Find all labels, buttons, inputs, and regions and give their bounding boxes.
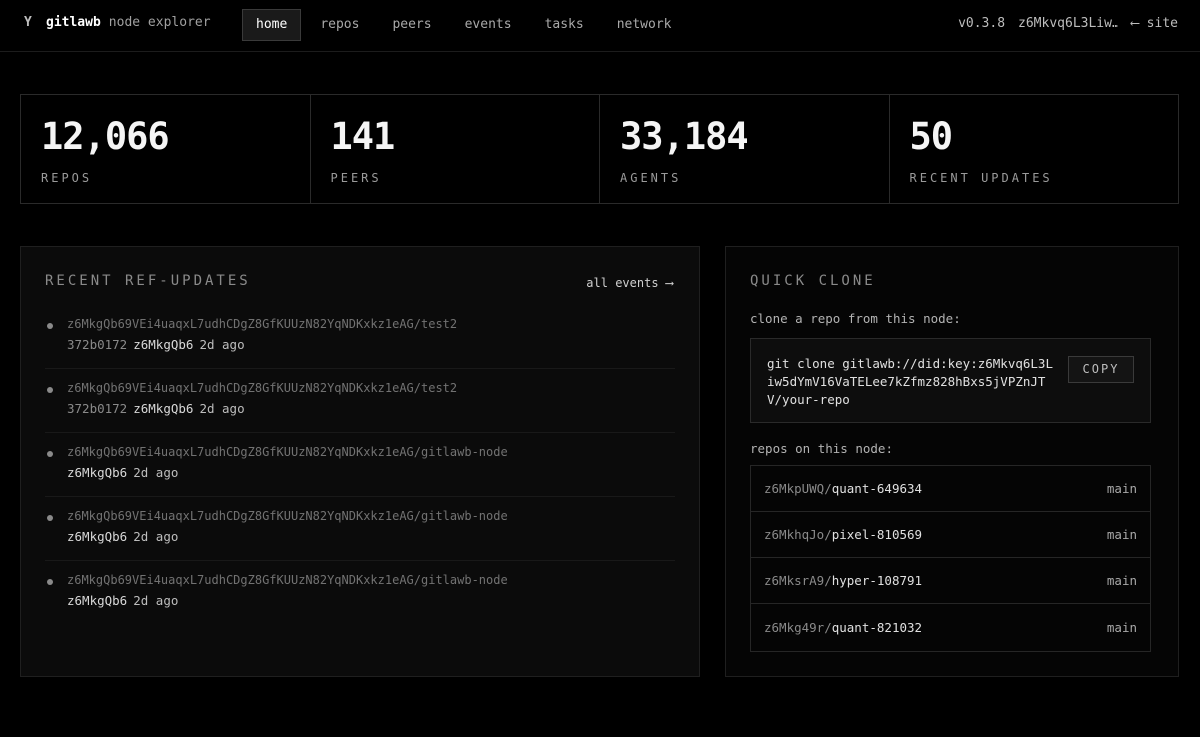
repo-title: pixel-810569 [831, 527, 923, 542]
repo-owner: z6MksrA9/ [764, 573, 832, 588]
git-fork-icon: Y [24, 15, 32, 30]
repo-branch: main [1106, 620, 1137, 635]
repo-list: z6MkpUWQ/quant-649634 main z6MkhqJo/pixe… [750, 465, 1151, 652]
stat-value: 12,066 [41, 115, 170, 158]
bullet-dot-icon [47, 323, 53, 329]
timestamp: 2d ago [133, 465, 179, 480]
author-id: z6MkgQb6 [133, 401, 194, 416]
repo-title: quant-649634 [831, 481, 923, 496]
recent-ref-updates-panel: RECENT REF-UPDATES all events ⟶ z6MkgQb6… [20, 246, 700, 677]
bullet-dot-icon [47, 579, 53, 585]
repo-name: z6MksrA9/hyper-108791 [764, 573, 922, 588]
nav-network[interactable]: network [603, 9, 686, 41]
stats-bar: 12,066 REPOS 141 PEERS 33,184 AGENTS 50 … [20, 94, 1179, 204]
stat-recent-updates: 50 RECENT UPDATES [890, 95, 1179, 203]
top-nav-bar: Y gitlawb node explorer home repos peers… [0, 0, 1200, 52]
repo-row[interactable]: z6Mkg49r/quant-821032 main [751, 604, 1150, 651]
clone-instruction: clone a repo from this node: [750, 311, 961, 326]
ref-update-list: z6MkgQb69VEi4uaqxL7udhCDgZ8GfKUUzN82YqND… [45, 305, 675, 625]
repo-owner: z6Mkg49r/ [764, 620, 832, 635]
main-nav: home repos peers events tasks network [242, 9, 691, 41]
repo-title: hyper-108791 [831, 573, 923, 588]
repo-name: z6MkpUWQ/quant-649634 [764, 481, 922, 496]
author-id: z6MkgQb6 [67, 465, 128, 480]
clone-command[interactable]: git clone gitlawb://did:key:z6Mkvq6L3Liw… [767, 355, 1057, 409]
nav-home[interactable]: home [242, 9, 302, 41]
version-label: v0.3.8 [958, 16, 1006, 31]
stat-value: 33,184 [620, 115, 749, 158]
ref-update-meta: z6MkgQb6 2d ago [67, 593, 675, 608]
stat-label: PEERS [330, 171, 382, 185]
repo-branch: main [1106, 481, 1137, 496]
author-id: z6MkgQb6 [67, 593, 128, 608]
nav-events[interactable]: events [451, 9, 526, 41]
author-id: z6MkgQb6 [67, 529, 128, 544]
timestamp: 2d ago [199, 337, 245, 352]
ref-update-item[interactable]: z6MkgQb69VEi4uaqxL7udhCDgZ8GfKUUzN82YqND… [45, 561, 675, 625]
stat-value: 141 [330, 115, 396, 158]
stat-label: RECENT UPDATES [909, 171, 1053, 185]
nav-repos[interactable]: repos [306, 9, 373, 41]
ref-update-path[interactable]: z6MkgQb69VEi4uaqxL7udhCDgZ8GfKUUzN82YqND… [67, 573, 675, 587]
bullet-dot-icon [47, 515, 53, 521]
ref-update-meta: z6MkgQb6 2d ago [67, 529, 675, 544]
nav-peers[interactable]: peers [378, 9, 445, 41]
bullet-dot-icon [47, 451, 53, 457]
repo-branch: main [1106, 573, 1137, 588]
ref-update-meta: z6MkgQb6 2d ago [67, 465, 675, 480]
ref-update-path[interactable]: z6MkgQb69VEi4uaqxL7udhCDgZ8GfKUUzN82YqND… [67, 445, 675, 459]
stat-agents: 33,184 AGENTS [600, 95, 890, 203]
section-title: RECENT REF-UPDATES [45, 273, 251, 289]
timestamp: 2d ago [199, 401, 245, 416]
commit-hash: 372b0172 [67, 401, 128, 416]
brand[interactable]: Y gitlawb node explorer [24, 15, 211, 30]
brand-subtitle: node explorer [108, 15, 211, 30]
repo-branch: main [1106, 527, 1137, 542]
clone-command-box: git clone gitlawb://did:key:z6Mkvq6L3Liw… [750, 338, 1151, 423]
repo-row[interactable]: z6MkpUWQ/quant-649634 main [751, 466, 1150, 512]
repo-owner: z6MkhqJo/ [764, 527, 832, 542]
nav-tasks[interactable]: tasks [531, 9, 598, 41]
all-events-link[interactable]: all events ⟶ [586, 276, 673, 290]
ref-update-item[interactable]: z6MkgQb69VEi4uaqxL7udhCDgZ8GfKUUzN82YqND… [45, 305, 675, 369]
repos-on-node-label: repos on this node: [750, 441, 893, 456]
copy-button[interactable]: COPY [1068, 356, 1134, 383]
repo-owner: z6MkpUWQ/ [764, 481, 832, 496]
bullet-dot-icon [47, 387, 53, 393]
timestamp: 2d ago [133, 593, 179, 608]
back-to-site-link[interactable]: ⟵ site [1131, 16, 1178, 31]
ref-update-path[interactable]: z6MkgQb69VEi4uaqxL7udhCDgZ8GfKUUzN82YqND… [67, 317, 675, 331]
author-id: z6MkgQb6 [133, 337, 194, 352]
brand-name: gitlawb [46, 15, 101, 30]
repo-title: quant-821032 [831, 620, 923, 635]
stat-peers: 141 PEERS [311, 95, 600, 203]
stat-value: 50 [909, 115, 954, 158]
ref-update-item[interactable]: z6MkgQb69VEi4uaqxL7udhCDgZ8GfKUUzN82YqND… [45, 369, 675, 433]
repo-name: z6Mkg49r/quant-821032 [764, 620, 922, 635]
node-id-label: z6Mkvq6L3Liw… [1018, 16, 1119, 31]
ref-update-path[interactable]: z6MkgQb69VEi4uaqxL7udhCDgZ8GfKUUzN82YqND… [67, 381, 675, 395]
repo-row[interactable]: z6MksrA9/hyper-108791 main [751, 558, 1150, 604]
stat-repos: 12,066 REPOS [21, 95, 311, 203]
stat-label: REPOS [41, 171, 93, 185]
timestamp: 2d ago [133, 529, 179, 544]
ref-update-meta: 372b0172 z6MkgQb6 2d ago [67, 337, 675, 352]
repo-row[interactable]: z6MkhqJo/pixel-810569 main [751, 512, 1150, 558]
stat-label: AGENTS [620, 171, 682, 185]
ref-update-path[interactable]: z6MkgQb69VEi4uaqxL7udhCDgZ8GfKUUzN82YqND… [67, 509, 675, 523]
commit-hash: 372b0172 [67, 337, 128, 352]
repo-name: z6MkhqJo/pixel-810569 [764, 527, 922, 542]
section-title: QUICK CLONE [750, 273, 876, 289]
ref-update-item[interactable]: z6MkgQb69VEi4uaqxL7udhCDgZ8GfKUUzN82YqND… [45, 497, 675, 561]
quick-clone-panel: QUICK CLONE clone a repo from this node:… [725, 246, 1179, 677]
ref-update-item[interactable]: z6MkgQb69VEi4uaqxL7udhCDgZ8GfKUUzN82YqND… [45, 433, 675, 497]
header-right: v0.3.8 z6Mkvq6L3Liw… ⟵ site [958, 16, 1178, 31]
ref-update-meta: 372b0172 z6MkgQb6 2d ago [67, 401, 675, 416]
